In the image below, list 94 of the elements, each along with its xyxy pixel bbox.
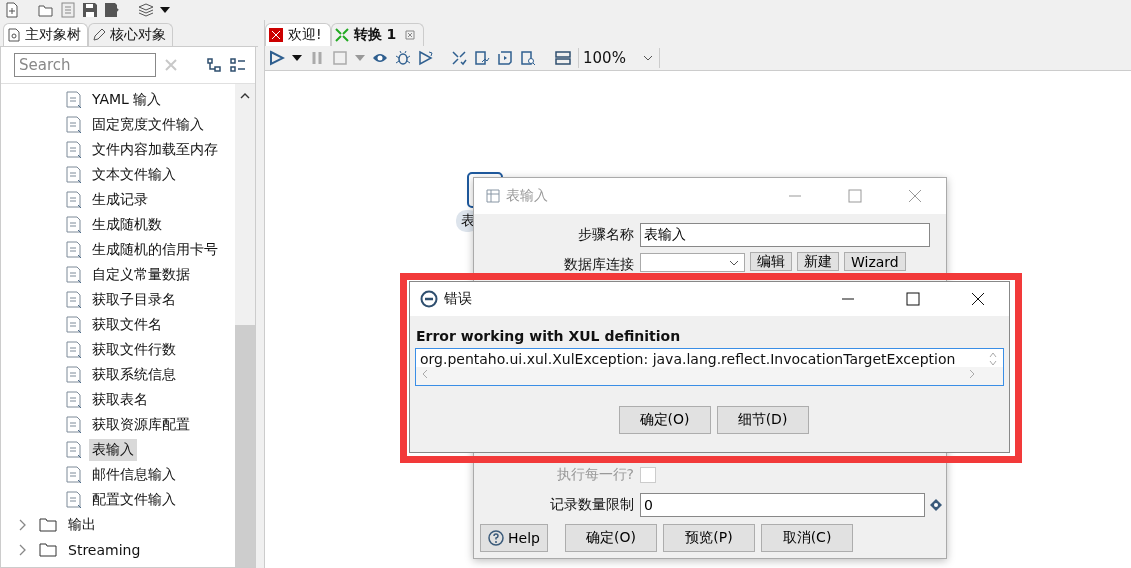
tree-item[interactable]: 获取资源库配置 xyxy=(89,413,193,436)
error-detail: org.pentaho.ui.xul.XulException: java.lang.reflect.InvocationTargetException xyxy=(420,351,956,367)
tree-folder[interactable]: 输出 xyxy=(65,513,99,536)
tree-item[interactable]: 获取文件行数 xyxy=(89,338,179,361)
search-field[interactable]: Search xyxy=(14,53,156,77)
dialog-button[interactable]: 确定(O) xyxy=(565,524,657,552)
error-icon xyxy=(420,290,438,308)
tree-item[interactable]: YAML 输入 xyxy=(89,88,165,111)
variable-icon[interactable] xyxy=(930,499,942,511)
document-icon xyxy=(65,140,83,159)
chevron-icon[interactable] xyxy=(18,543,26,556)
tree-item[interactable]: 获取表名 xyxy=(89,388,151,411)
scroll-left-icon[interactable] xyxy=(422,369,428,379)
chevron-down-icon xyxy=(643,55,653,61)
text-field[interactable]: 表输入 xyxy=(640,223,930,247)
save-icon[interactable] xyxy=(82,2,98,18)
dialog-button[interactable]: 新建 xyxy=(797,252,839,271)
chevron-down-icon xyxy=(729,259,739,266)
error-message: Error working with XUL definition xyxy=(415,327,682,346)
tree-item[interactable]: 生成记录 xyxy=(89,188,151,211)
tree-item[interactable]: 生成随机的信用卡号 xyxy=(89,238,221,261)
maximize-icon[interactable] xyxy=(906,292,920,306)
document-icon xyxy=(65,290,83,309)
table-icon xyxy=(486,189,500,203)
document-icon xyxy=(65,190,83,209)
scroll-up-icon[interactable] xyxy=(240,93,250,99)
tree-item[interactable]: 获取系统信息 xyxy=(89,363,179,386)
document-icon xyxy=(65,440,83,459)
document-icon xyxy=(65,315,83,334)
dialog-button[interactable]: 编辑 xyxy=(750,252,792,271)
field-label: 执行每一行? xyxy=(555,466,635,484)
folder-icon xyxy=(39,517,57,532)
error-detail-field[interactable]: org.pentaho.ui.xul.XulException: java.lang.reflect.InvocationTargetException xyxy=(415,348,1004,386)
caret-icon[interactable] xyxy=(160,7,170,13)
tree-item[interactable]: 配置文件输入 xyxy=(89,488,179,511)
folder-icon xyxy=(39,542,57,557)
document-icon xyxy=(65,390,83,409)
zoom-dropdown[interactable]: 100% xyxy=(578,48,660,68)
tree-item[interactable]: 文件内容加载至内存 xyxy=(89,138,221,161)
dialog-button[interactable]: 细节(D) xyxy=(716,406,809,434)
panel-tab[interactable]: 主对象树 xyxy=(3,23,88,46)
replay-icon[interactable] xyxy=(418,50,434,66)
tree-item[interactable]: 邮件信息输入 xyxy=(89,463,179,486)
caret-icon[interactable] xyxy=(292,55,302,61)
dialog-button[interactable]: Help xyxy=(480,524,548,552)
document-icon xyxy=(65,490,83,509)
hierarchy-icon[interactable] xyxy=(206,57,222,73)
document-icon xyxy=(65,165,83,184)
document-icon xyxy=(65,240,83,259)
open-folder-icon[interactable] xyxy=(38,2,54,18)
dialog-button[interactable]: 预览(P) xyxy=(663,524,755,552)
field-label: 数据库连接 xyxy=(563,256,635,274)
text-field[interactable]: 0 xyxy=(640,493,925,517)
database-search-icon[interactable] xyxy=(520,50,536,66)
tree-item[interactable]: 生成随机数 xyxy=(89,213,165,236)
tree-item[interactable]: 自定义常量数据 xyxy=(89,263,193,286)
tree-item[interactable]: 固定宽度文件输入 xyxy=(89,113,207,136)
close-icon[interactable] xyxy=(971,292,985,306)
help-icon xyxy=(488,530,505,546)
panel-tab[interactable]: 核心对象 xyxy=(88,23,173,46)
document-icon xyxy=(65,340,83,359)
bug-icon[interactable] xyxy=(395,50,411,66)
dialog-title: 错误 xyxy=(444,290,473,308)
scrollbar[interactable] xyxy=(235,84,255,567)
document-icon xyxy=(65,415,83,434)
document-icon xyxy=(65,215,83,234)
new-file-icon[interactable] xyxy=(4,2,20,18)
document-icon xyxy=(65,115,83,134)
tree-folder[interactable]: Streaming xyxy=(65,539,144,560)
search-document-icon xyxy=(7,28,21,42)
tree-item[interactable]: 获取子目录名 xyxy=(89,288,179,311)
layers-icon[interactable] xyxy=(138,2,154,18)
run-icon[interactable] xyxy=(269,50,285,66)
field-label: 记录数量限制 xyxy=(549,496,635,514)
field-label: 步骤名称 xyxy=(577,226,635,244)
tree-item[interactable]: 表输入 xyxy=(89,438,137,461)
dialog-title: 表输入 xyxy=(506,187,549,205)
document-icon xyxy=(65,365,83,384)
editor-tab[interactable]: 欢迎! xyxy=(265,23,331,46)
tree-item[interactable]: 文本文件输入 xyxy=(89,163,179,186)
dialog-button[interactable]: 确定(O) xyxy=(618,406,711,434)
scroll-right-icon[interactable] xyxy=(969,369,975,379)
pencil-icon xyxy=(92,28,106,42)
tree-item[interactable]: 获取文件名 xyxy=(89,313,165,336)
editor-tab[interactable]: 转换 1 xyxy=(330,23,425,46)
list-view-icon[interactable] xyxy=(230,57,246,73)
dialog-button[interactable]: Wizard xyxy=(844,252,906,271)
chevron-icon[interactable] xyxy=(18,518,26,531)
document-icon xyxy=(65,465,83,484)
dialog-button[interactable]: 取消(C) xyxy=(761,524,853,552)
document-icon xyxy=(65,265,83,284)
connection-dropdown[interactable] xyxy=(640,253,745,272)
spin-arrows-icon[interactable] xyxy=(989,351,997,367)
document-icon xyxy=(65,90,83,109)
